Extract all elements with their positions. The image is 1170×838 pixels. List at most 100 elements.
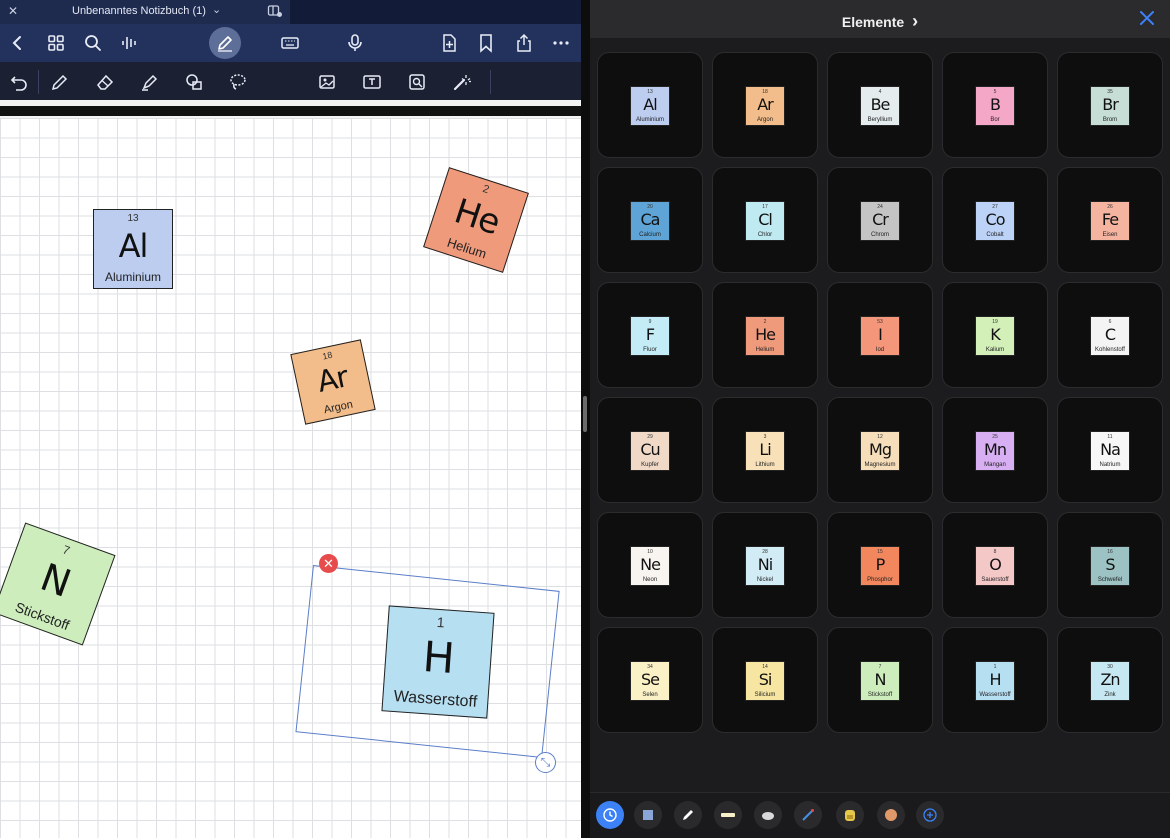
sticker-cell[interactable]: 14 Si Silicium — [712, 627, 818, 733]
sticker-cell[interactable]: 11 Na Natrium — [1057, 397, 1163, 503]
sticker-cell[interactable]: 27 Co Cobalt — [942, 167, 1048, 273]
delete-selection-button[interactable]: ✕ — [319, 554, 338, 573]
sticker-cell[interactable]: 53 I Iod — [827, 282, 933, 388]
resize-handle-icon[interactable]: ⤡ — [535, 752, 556, 773]
image-icon[interactable] — [315, 70, 339, 94]
selection-box[interactable] — [295, 565, 560, 759]
sticker-cell[interactable]: 26 Fe Eisen — [1057, 167, 1163, 273]
grid-icon[interactable] — [44, 31, 68, 55]
sticker-cell[interactable]: 6 C Kohlenstoff — [1057, 282, 1163, 388]
add-category-icon[interactable] — [916, 801, 944, 829]
microphone-icon[interactable] — [343, 31, 367, 55]
category-element-icon[interactable] — [634, 801, 662, 829]
category-pen-icon[interactable] — [674, 801, 702, 829]
sticker-cell[interactable]: 35 Br Brom — [1057, 52, 1163, 158]
sticker-cell[interactable]: 13 Al Aluminium — [597, 52, 703, 158]
sticker-cell[interactable]: 5 B Bor — [942, 52, 1048, 158]
element-tile-b[interactable]: 5 B Bor — [975, 86, 1015, 126]
sticker-cell[interactable]: 30 Zn Zink — [1057, 627, 1163, 733]
close-window-icon[interactable]: ✕ — [8, 4, 18, 18]
back-icon[interactable] — [6, 31, 30, 55]
sticker-cell[interactable]: 25 Mn Mangan — [942, 397, 1048, 503]
recent-icon[interactable] — [596, 801, 624, 829]
sticker-cell[interactable]: 34 Se Selen — [597, 627, 703, 733]
element-tile-ar[interactable]: 18 Ar Argon — [290, 339, 376, 425]
sticker-cell[interactable]: 16 S Schwefel — [1057, 512, 1163, 618]
element-tile-p[interactable]: 15 P Phosphor — [860, 546, 900, 586]
title-chevron-down-icon[interactable]: ⌄ — [212, 3, 221, 16]
element-tile-i[interactable]: 53 I Iod — [860, 316, 900, 356]
element-tile-co[interactable]: 27 Co Cobalt — [975, 201, 1015, 241]
element-tile-ne[interactable]: 10 Ne Neon — [630, 546, 670, 586]
search-icon[interactable] — [81, 31, 105, 55]
eraser-icon[interactable] — [93, 70, 117, 94]
camera-scan-icon[interactable] — [405, 70, 429, 94]
element-tile-al[interactable]: 13 Al Aluminium — [93, 209, 173, 289]
sticker-cell[interactable]: 12 Mg Magnesium — [827, 397, 933, 503]
audio-recording-icon[interactable] — [118, 31, 142, 55]
panel-title[interactable]: Elemente › — [590, 11, 1170, 32]
category-ball-icon[interactable] — [877, 801, 905, 829]
element-tile-fe[interactable]: 26 Fe Eisen — [1090, 201, 1130, 241]
element-tile-ni[interactable]: 28 Ni Nickel — [745, 546, 785, 586]
sticker-cell[interactable]: 20 Ca Calcium — [597, 167, 703, 273]
sticker-cell[interactable]: 3 Li Lithium — [712, 397, 818, 503]
sticker-cell[interactable]: 10 Ne Neon — [597, 512, 703, 618]
sticker-cell[interactable]: 19 K Kalium — [942, 282, 1048, 388]
keyboard-icon[interactable] — [278, 31, 302, 55]
split-view-icon[interactable] — [267, 3, 283, 19]
add-page-icon[interactable] — [437, 31, 461, 55]
element-tile-ca[interactable]: 20 Ca Calcium — [630, 201, 670, 241]
element-tile-na[interactable]: 11 Na Natrium — [1090, 431, 1130, 471]
element-tile-ar[interactable]: 18 Ar Argon — [745, 86, 785, 126]
category-tape-icon[interactable] — [714, 801, 742, 829]
pen-mode-button[interactable] — [209, 27, 241, 59]
divider-grip[interactable] — [583, 396, 587, 432]
close-panel-icon[interactable] — [1137, 8, 1157, 28]
category-cloud-icon[interactable] — [754, 801, 782, 829]
element-tile-cr[interactable]: 24 Cr Chrom — [860, 201, 900, 241]
undo-icon[interactable] — [7, 70, 31, 94]
element-tile-o[interactable]: 8 O Sauerstoff — [975, 546, 1015, 586]
element-tile-se[interactable]: 34 Se Selen — [630, 661, 670, 701]
element-tile-mn[interactable]: 25 Mn Mangan — [975, 431, 1015, 471]
lasso-icon[interactable] — [226, 70, 250, 94]
category-brush-icon[interactable] — [794, 801, 822, 829]
element-tile-si[interactable]: 14 Si Silicium — [745, 661, 785, 701]
sticker-cell[interactable]: 15 P Phosphor — [827, 512, 933, 618]
element-tile-br[interactable]: 35 Br Brom — [1090, 86, 1130, 126]
element-tile-li[interactable]: 3 Li Lithium — [745, 431, 785, 471]
highlighter-icon[interactable] — [138, 70, 162, 94]
element-tile-cl[interactable]: 17 Cl Chlor — [745, 201, 785, 241]
sticker-cell[interactable]: 28 Ni Nickel — [712, 512, 818, 618]
sticker-cell[interactable]: 24 Cr Chrom — [827, 167, 933, 273]
notebook-title[interactable]: Unbenanntes Notizbuch (1) — [72, 5, 206, 17]
element-tile-be[interactable]: 4 Be Beryllium — [860, 86, 900, 126]
sticker-cell[interactable]: 9 F Fluor — [597, 282, 703, 388]
sticker-cell[interactable]: 1 H Wasserstoff — [942, 627, 1048, 733]
shapes-icon[interactable] — [182, 70, 206, 94]
element-tile-mg[interactable]: 12 Mg Magnesium — [860, 431, 900, 471]
share-icon[interactable] — [512, 31, 536, 55]
element-tile-c[interactable]: 6 C Kohlenstoff — [1090, 316, 1130, 356]
sticker-cell[interactable]: 4 Be Beryllium — [827, 52, 933, 158]
sticker-cell[interactable]: 2 He Helium — [712, 282, 818, 388]
element-tile-zn[interactable]: 30 Zn Zink — [1090, 661, 1130, 701]
element-tile-s[interactable]: 16 S Schwefel — [1090, 546, 1130, 586]
sticker-cell[interactable]: 18 Ar Argon — [712, 52, 818, 158]
element-tile-al[interactable]: 13 Al Aluminium — [630, 86, 670, 126]
more-icon[interactable] — [549, 31, 573, 55]
laser-pointer-icon[interactable] — [450, 70, 474, 94]
element-tile-h[interactable]: 1 H Wasserstoff — [975, 661, 1015, 701]
element-tile-k[interactable]: 19 K Kalium — [975, 316, 1015, 356]
element-tile-cu[interactable]: 29 Cu Kupfer — [630, 431, 670, 471]
textbox-icon[interactable] — [360, 70, 384, 94]
element-tile-he[interactable]: 2 He Helium — [745, 316, 785, 356]
sticker-cell[interactable]: 29 Cu Kupfer — [597, 397, 703, 503]
sticker-cell[interactable]: 8 O Sauerstoff — [942, 512, 1048, 618]
element-tile-f[interactable]: 9 F Fluor — [630, 316, 670, 356]
category-backpack-icon[interactable] — [836, 801, 864, 829]
sticker-cell[interactable]: 7 N Stickstoff — [827, 627, 933, 733]
pen-icon[interactable] — [48, 70, 72, 94]
bookmark-icon[interactable] — [474, 31, 498, 55]
